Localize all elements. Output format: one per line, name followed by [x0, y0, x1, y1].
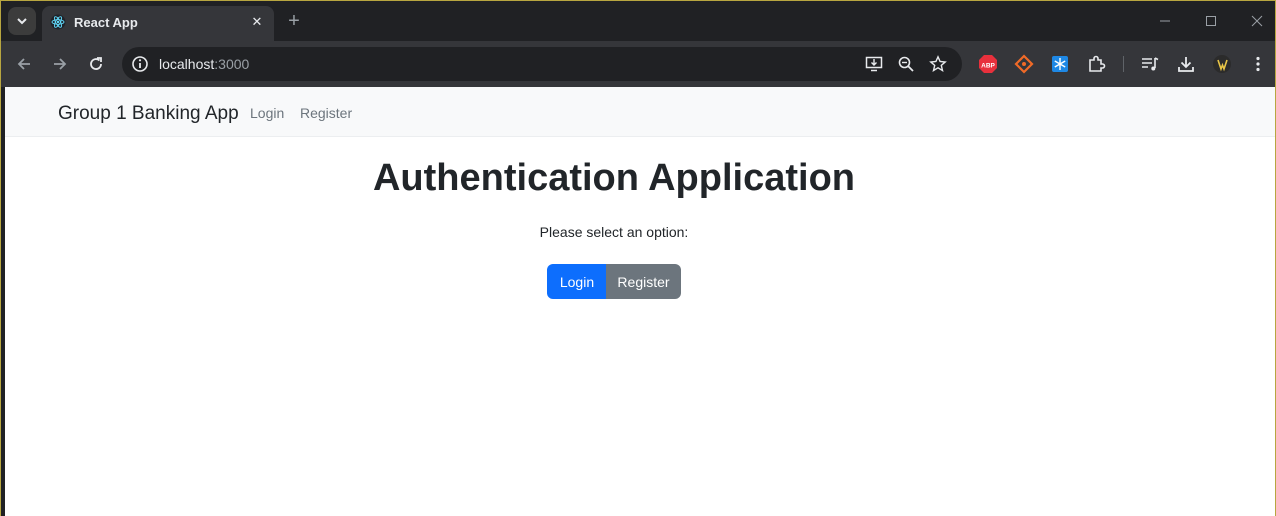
toolbar-divider: [1123, 56, 1124, 72]
zoom-icon[interactable]: [896, 54, 916, 74]
download-icon[interactable]: [1175, 53, 1197, 75]
puzzle-extensions-icon[interactable]: [1085, 53, 1107, 75]
bookmark-star-icon[interactable]: [928, 54, 948, 74]
svg-text:ABP: ABP: [981, 62, 995, 69]
back-arrow-icon[interactable]: [13, 53, 35, 75]
install-app-icon[interactable]: [864, 54, 884, 74]
url-text[interactable]: localhost:3000: [159, 56, 249, 72]
register-button[interactable]: Register: [606, 264, 681, 299]
new-tab-button[interactable]: +: [284, 11, 304, 31]
adblock-plus-icon[interactable]: ABP: [977, 53, 999, 75]
forward-arrow-icon[interactable]: [49, 53, 71, 75]
tab-title: React App: [74, 15, 138, 30]
tab-search-button[interactable]: [8, 7, 36, 35]
profile-avatar-icon[interactable]: [1211, 53, 1233, 75]
tab-react-app[interactable]: React App ✕: [42, 6, 274, 41]
option-prompt: Please select an option:: [539, 224, 689, 240]
browser-toolbar: localhost:3000 ABP: [1, 41, 1275, 87]
snowflake-extension-icon[interactable]: [1049, 53, 1071, 75]
maximize-icon[interactable]: [1201, 11, 1221, 31]
nav-link-login[interactable]: Login: [250, 105, 284, 121]
login-button[interactable]: Login: [547, 264, 607, 299]
close-window-icon[interactable]: [1247, 11, 1267, 31]
minimize-icon[interactable]: [1155, 11, 1175, 31]
nav-link-register[interactable]: Register: [300, 105, 352, 121]
page-viewport: Group 1 Banking App Login Register Authe…: [5, 87, 1275, 516]
browser-window: React App ✕ + localhost:3000 ABP Group 1…: [0, 0, 1276, 516]
reload-icon[interactable]: [85, 53, 107, 75]
url-host: localhost: [159, 56, 215, 72]
react-icon: [50, 14, 66, 30]
media-control-icon[interactable]: [1139, 53, 1161, 75]
page-title: Authentication Application: [372, 157, 855, 199]
chevron-down-icon: [17, 18, 27, 25]
git-extension-icon[interactable]: [1013, 53, 1035, 75]
more-menu-icon[interactable]: [1247, 53, 1269, 75]
navbar-brand[interactable]: Group 1 Banking App: [58, 103, 239, 125]
address-bar[interactable]: localhost:3000: [122, 47, 962, 81]
app-navbar: Group 1 Banking App Login Register: [5, 87, 1275, 137]
close-tab-icon[interactable]: ✕: [248, 13, 266, 31]
url-port: :3000: [214, 56, 250, 72]
tab-strip: React App ✕ +: [1, 1, 1275, 41]
site-info-icon[interactable]: [130, 54, 150, 74]
